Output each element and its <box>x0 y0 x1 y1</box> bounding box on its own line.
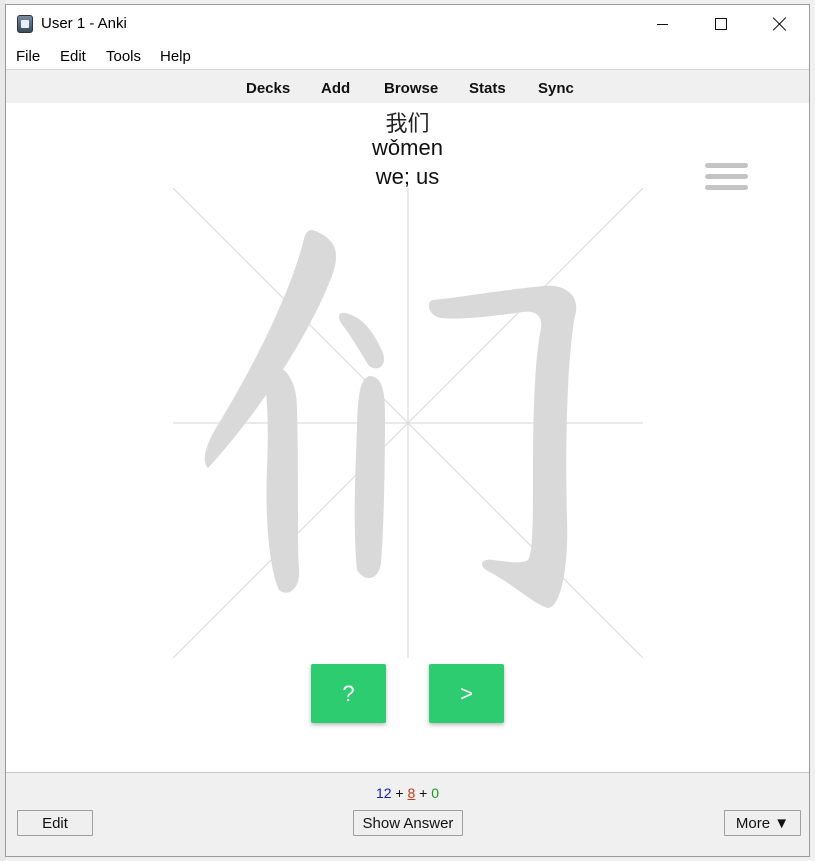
anki-window: User 1 - Anki File Edit Tools Help Decks… <box>5 4 810 857</box>
toolbar-sync[interactable]: Sync <box>538 80 574 97</box>
toolbar-browse[interactable]: Browse <box>384 80 438 97</box>
window-title: User 1 - Anki <box>41 15 127 32</box>
show-answer-button[interactable]: Show Answer <box>353 810 463 836</box>
count-separator: + <box>391 785 408 801</box>
menu-bar: File Edit Tools Help <box>6 43 809 69</box>
menu-help[interactable]: Help <box>160 48 191 65</box>
anki-icon <box>17 15 33 33</box>
main-toolbar: Decks Add Browse Stats Sync <box>6 69 809 103</box>
review-count: 0 <box>431 785 440 801</box>
hint-button[interactable]: ? <box>311 664 386 723</box>
hamburger-menu-icon[interactable] <box>705 163 748 193</box>
card-meaning: we; us <box>375 164 440 189</box>
card-area: 我们 wǒmen we; us ? > <box>6 103 809 772</box>
toolbar-stats[interactable]: Stats <box>469 80 506 97</box>
card-pinyin: wǒmen <box>372 135 443 160</box>
close-icon <box>773 17 787 31</box>
stroke-writer-grid[interactable] <box>173 188 643 658</box>
menu-tools[interactable]: Tools <box>106 48 141 65</box>
title-bar[interactable]: User 1 - Anki <box>6 5 809 43</box>
edit-button[interactable]: Edit <box>17 810 93 836</box>
minimize-button[interactable] <box>633 5 691 43</box>
new-count: 12 <box>375 785 392 801</box>
character-outline <box>204 230 577 608</box>
maximize-button[interactable] <box>692 5 750 43</box>
more-button[interactable]: More ▼ <box>724 810 801 836</box>
menu-file[interactable]: File <box>16 48 40 65</box>
menu-edit[interactable]: Edit <box>60 48 86 65</box>
count-separator: + <box>415 785 432 801</box>
card-hanzi: 我们 <box>385 112 430 137</box>
minimize-icon <box>656 23 668 25</box>
bottom-bar: 12 + 8 + 0 Edit Show Answer More ▼ <box>6 772 809 856</box>
due-counts: 12 + 8 + 0 <box>6 785 809 801</box>
toolbar-add[interactable]: Add <box>321 80 350 97</box>
maximize-icon <box>715 18 727 30</box>
close-button[interactable] <box>751 5 809 43</box>
next-button[interactable]: > <box>429 664 504 723</box>
toolbar-decks[interactable]: Decks <box>246 80 290 97</box>
